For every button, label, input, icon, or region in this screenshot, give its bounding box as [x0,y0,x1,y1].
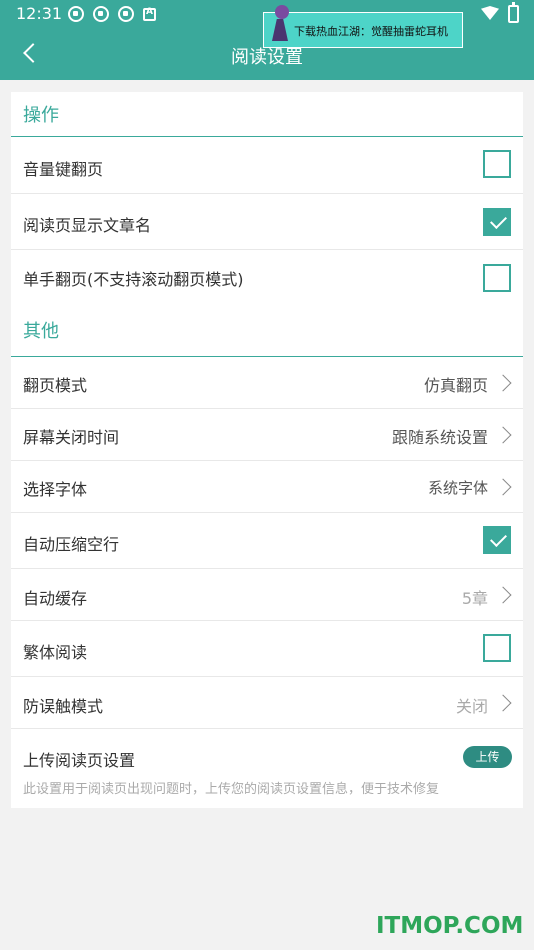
app-header: 12:31 下载热血江湖：觉醒抽雷蛇耳机 阅读设置 [0,0,534,80]
chevron-right-icon [494,586,512,604]
setting-row-auto-cache[interactable]: 自动缓存 5章 [11,569,523,621]
setting-row-font[interactable]: 选择字体 系统字体 [11,461,523,513]
notification-icon [143,7,156,21]
setting-label: 自动压缩空行 [23,535,120,554]
setting-row-compress-blank-lines[interactable]: 自动压缩空行 [11,513,523,569]
status-time: 12:31 [16,4,63,23]
setting-row-show-chapter-name[interactable]: 阅读页显示文章名 [11,194,523,250]
setting-label: 繁体阅读 [23,643,88,662]
notification-icon [93,6,109,22]
section-header-operation: 操作 [11,92,523,137]
setting-value: 关闭 [455,697,488,716]
wifi-icon [481,6,499,20]
settings-card: 操作 音量键翻页 阅读页显示文章名 单手翻页(不支持滚动翻页模式) 其他 翻页模… [11,92,523,808]
chevron-right-icon [494,426,512,444]
setting-label: 音量键翻页 [23,160,104,179]
watermark-logo: ITMOP.COM [376,913,524,939]
setting-label: 翻页模式 [23,376,88,395]
setting-label: 阅读页显示文章名 [23,216,152,235]
chevron-right-icon [494,694,512,712]
battery-icon [508,2,519,23]
setting-value: 仿真翻页 [423,376,488,395]
setting-row-anti-mistouch[interactable]: 防误触模式 关闭 [11,677,523,729]
setting-value: 系统字体 [427,479,488,497]
setting-row-page-mode[interactable]: 翻页模式 仿真翻页 [11,357,523,409]
setting-label: 屏幕关闭时间 [23,428,120,447]
setting-label: 防误触模式 [23,697,104,716]
setting-row-screen-off-time[interactable]: 屏幕关闭时间 跟随系统设置 [11,409,523,461]
upload-description: 此设置用于阅读页出现问题时，上传您的阅读页设置信息，便于技术修复 [23,782,440,797]
setting-value: 5章 [461,589,488,608]
setting-row-volume-key-page[interactable]: 音量键翻页 [11,138,523,194]
ad-text: 下载热血江湖：觉醒抽雷蛇耳机 [294,25,448,38]
setting-label: 单手翻页(不支持滚动翻页模式) [23,270,244,289]
traditional-chinese-checkbox[interactable] [483,634,511,662]
section-title: 操作 [23,105,59,126]
volume-key-page-checkbox[interactable] [483,150,511,178]
chevron-right-icon [494,374,512,392]
one-hand-page-checkbox[interactable] [483,264,511,292]
setting-label: 上传阅读页设置 [23,751,136,770]
setting-row-traditional-chinese[interactable]: 繁体阅读 [11,621,523,677]
show-chapter-name-checkbox[interactable] [483,208,511,236]
setting-value: 跟随系统设置 [391,428,488,447]
setting-label: 自动缓存 [23,589,88,608]
notification-icon [68,6,84,22]
notification-icon [118,6,134,22]
chevron-right-icon [494,478,512,496]
setting-row-one-hand-page[interactable]: 单手翻页(不支持滚动翻页模式) [11,250,523,306]
upload-button[interactable]: 上传 [463,746,512,768]
page-title: 阅读设置 [231,47,303,68]
setting-label: 选择字体 [23,480,88,499]
compress-blank-lines-checkbox[interactable] [483,526,511,554]
section-header-other: 其他 [11,306,523,357]
section-title: 其他 [23,321,59,342]
